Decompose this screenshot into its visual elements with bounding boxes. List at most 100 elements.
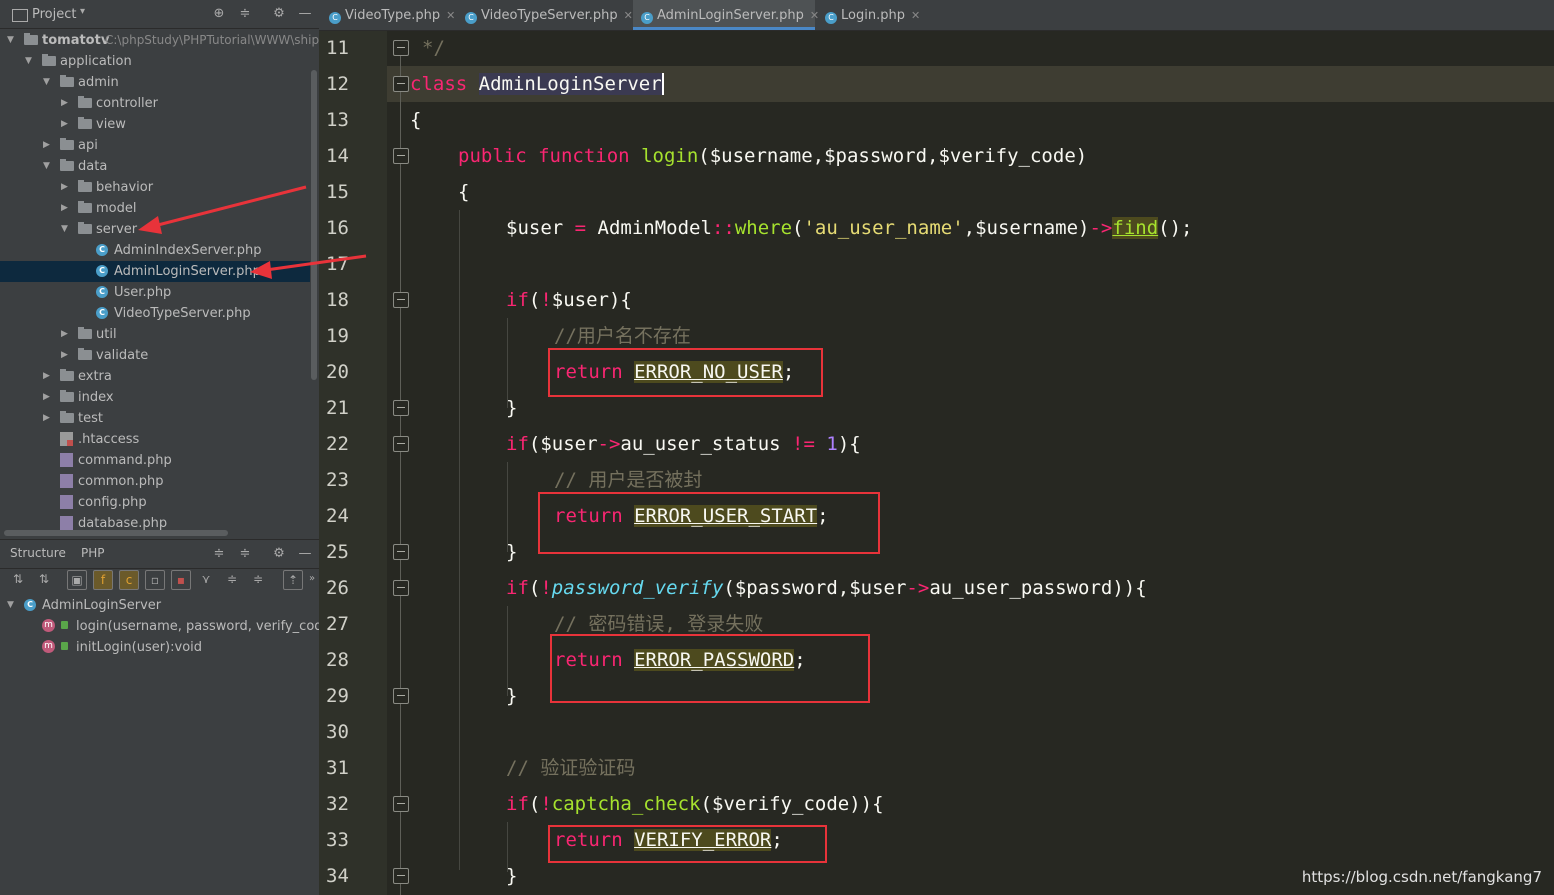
code-line-12: class AdminLoginServer (410, 66, 664, 102)
tree-item-label: extra (78, 369, 112, 384)
tab-login-php[interactable]: C Login.php ✕ (817, 0, 923, 30)
show-fields-icon[interactable]: f (93, 570, 113, 590)
fold-marker-icon[interactable] (393, 688, 409, 704)
chevron-right-icon[interactable]: ▶ (61, 324, 71, 345)
fold-marker-icon[interactable] (393, 544, 409, 560)
chevron-right-icon[interactable]: ▶ (43, 408, 53, 429)
show-properties-icon[interactable]: ▫ (145, 570, 165, 590)
tree-item-api[interactable]: ▶ api (0, 135, 310, 156)
chevron-right-icon[interactable]: ▶ (43, 387, 53, 408)
tree-item-config[interactable]: config.php (0, 492, 310, 513)
tree-item-controller[interactable]: ▶ controller (0, 93, 310, 114)
chevron-right-icon[interactable]: ▶ (43, 366, 53, 387)
tree-item-util[interactable]: ▶ util (0, 324, 310, 345)
arrow-line (265, 254, 367, 272)
show-constants-icon[interactable]: c (119, 570, 139, 590)
filter-icon[interactable]: ⋎ (197, 570, 215, 588)
tree-item-validate[interactable]: ▶ validate (0, 345, 310, 366)
sort-alpha-icon[interactable]: ⇅ (35, 570, 53, 588)
folder-icon (78, 96, 92, 108)
chevron-down-icon[interactable]: ▼ (25, 51, 35, 72)
tree-item-application[interactable]: ▼ application (0, 51, 310, 72)
structure-class-node[interactable]: ▼ C AdminLoginServer (0, 595, 310, 616)
tab-videotype-php[interactable]: C VideoType.php ✕ (321, 0, 455, 30)
structure-method-login[interactable]: m login(username, password, verify_code)… (0, 616, 340, 637)
chevron-down-icon[interactable]: ▼ (43, 156, 53, 177)
operator: -> (906, 577, 930, 599)
chevron-right-icon[interactable]: ▶ (61, 177, 71, 198)
folder-icon (78, 117, 92, 129)
line-number: 25 (326, 541, 349, 563)
tree-item-tomatotv[interactable]: ▼ tomatotv C:\phpStudy\PHPTutorial\WWW\s… (0, 30, 319, 51)
fold-marker-icon[interactable] (393, 436, 409, 452)
gear-icon[interactable]: ⚙ (271, 6, 287, 22)
collapse-all-icon[interactable]: ≑ (249, 570, 267, 588)
chevron-down-icon[interactable]: ▼ (43, 72, 53, 93)
tree-item-admin[interactable]: ▼ admin (0, 72, 310, 93)
tree-item-test[interactable]: ▶ test (0, 408, 310, 429)
collapse-all-icon[interactable]: ≑ (237, 546, 253, 562)
tree-item-videotypeserver[interactable]: C VideoTypeServer.php (0, 303, 310, 324)
expand-all-icon[interactable]: ≑ (223, 570, 241, 588)
code-text: ($username,$password,$verify_code) (698, 145, 1088, 167)
fold-marker-icon[interactable] (393, 292, 409, 308)
project-horizontal-scrollbar[interactable] (4, 530, 228, 536)
tab-adminloginserver-php[interactable]: C AdminLoginServer.php ✕ (633, 0, 819, 30)
tab-videotypeserver-php[interactable]: C VideoTypeServer.php ✕ (457, 0, 633, 30)
close-icon[interactable]: ✕ (624, 9, 633, 22)
structure-method-initlogin[interactable]: m initLogin(user):void (0, 637, 310, 658)
code-text: ( (528, 289, 541, 311)
show-private-icon[interactable]: ▪ (171, 570, 191, 590)
chevron-right-icon[interactable]: ▶ (61, 198, 71, 219)
fold-marker-icon[interactable] (393, 868, 409, 884)
arrow-line (153, 185, 307, 228)
fold-marker-icon[interactable] (393, 580, 409, 596)
tree-item-htaccess[interactable]: .htaccess (0, 429, 310, 450)
close-icon[interactable]: ✕ (911, 9, 920, 22)
tab-structure[interactable]: Structure (10, 546, 66, 560)
php-file-icon (60, 474, 73, 488)
code-text: ( (792, 217, 804, 239)
close-icon[interactable]: ✕ (446, 9, 455, 22)
hide-icon[interactable]: — (297, 546, 313, 562)
gear-icon[interactable]: ⚙ (271, 546, 287, 562)
chevron-right-icon[interactable]: ▶ (61, 93, 71, 114)
tree-item-extra[interactable]: ▶ extra (0, 366, 310, 387)
tree-item-data[interactable]: ▼ data (0, 156, 310, 177)
operator: -> (597, 433, 621, 455)
chevron-down-icon[interactable]: ▾ (80, 6, 85, 17)
show-inherited-icon[interactable]: ▣ (67, 570, 87, 590)
chevron-down-icon[interactable]: ▼ (7, 30, 17, 51)
keyword: if (506, 793, 529, 815)
fold-marker-icon[interactable] (393, 76, 409, 92)
project-panel-title[interactable]: Project (32, 7, 76, 22)
collapse-all-icon[interactable]: ≑ (237, 6, 253, 22)
fold-marker-icon[interactable] (393, 796, 409, 812)
tree-item-index[interactable]: ▶ index (0, 387, 310, 408)
fold-marker-icon[interactable] (393, 148, 409, 164)
code-line-34: } (506, 865, 518, 887)
chevron-right-icon[interactable]: ▶ (61, 345, 71, 366)
code-text: $user (506, 217, 575, 239)
project-path: C:\phpStudy\PHPTutorial\WWW\ship (105, 33, 320, 47)
tab-label: AdminLoginServer.php (657, 8, 804, 23)
hide-icon[interactable]: — (297, 6, 313, 22)
operator: ! (540, 577, 552, 599)
tree-item-common[interactable]: common.php (0, 471, 310, 492)
tab-php[interactable]: PHP (81, 546, 105, 560)
locate-icon[interactable]: ⊕ (211, 6, 227, 22)
sort-visibility-icon[interactable]: ⇅ (9, 570, 27, 588)
autoscroll-icon[interactable]: ⇡ (283, 570, 303, 590)
php-class-icon: C (96, 244, 108, 256)
fold-marker-icon[interactable] (393, 400, 409, 416)
tree-item-view[interactable]: ▶ view (0, 114, 310, 135)
expand-all-icon[interactable]: ≑ (211, 546, 227, 562)
chevron-down-icon[interactable]: ▼ (7, 595, 17, 616)
chevron-right-icon[interactable]: ▶ (43, 135, 53, 156)
folder-icon (60, 411, 74, 423)
tree-item-command[interactable]: command.php (0, 450, 310, 471)
chevron-down-icon[interactable]: ▼ (61, 219, 71, 240)
code-text: au_user_password)){ (929, 577, 1147, 599)
chevron-right-icon[interactable]: ▶ (61, 114, 71, 135)
fold-marker-icon[interactable] (393, 40, 409, 56)
